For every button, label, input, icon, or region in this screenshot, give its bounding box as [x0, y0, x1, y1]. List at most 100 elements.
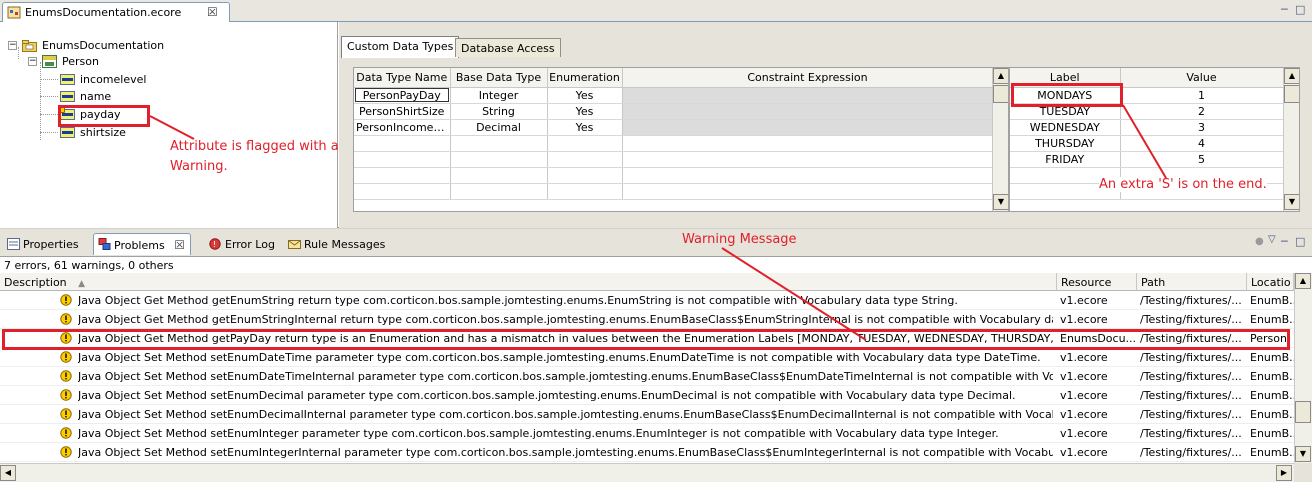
enum-value-cell[interactable]: 2 [1120, 103, 1284, 120]
enum-values-scrollbar[interactable]: ▲ ▼ [1283, 68, 1299, 211]
table-row[interactable]: PersonShirtSize String Yes [354, 103, 994, 120]
warning-icon [60, 313, 72, 325]
column-header-resource[interactable]: Resource [1057, 273, 1137, 291]
column-header[interactable]: Value [1120, 68, 1284, 88]
close-icon[interactable]: ☒ [207, 5, 218, 19]
editor-tab[interactable]: EnumsDocumentation.ecore ☒ [2, 2, 230, 23]
constraint-expression-cell[interactable] [622, 119, 994, 136]
scroll-thumb[interactable] [1284, 85, 1299, 103]
table-row[interactable]: Java Object Get Method getEnumStringInte… [0, 310, 1294, 329]
constraint-expression-cell[interactable] [622, 87, 994, 104]
base-data-type-cell[interactable]: Decimal [450, 119, 548, 136]
table-row[interactable]: Java Object Set Method setEnumDecimalInt… [0, 405, 1294, 424]
resource-cell: v1.ecore [1060, 427, 1108, 440]
resource-cell: v1.ecore [1060, 389, 1108, 402]
problems-icon [98, 238, 111, 250]
problems-horizontal-scrollbar[interactable]: ◀ ▶ [0, 463, 1294, 482]
scroll-down-icon[interactable]: ▼ [993, 194, 1008, 210]
scroll-down-icon[interactable]: ▼ [1284, 194, 1299, 210]
description-cell: Java Object Set Method setEnumDateTimeIn… [78, 370, 1053, 383]
ecore-file-icon [7, 6, 21, 19]
enumeration-cell[interactable]: Yes [547, 119, 623, 136]
enum-value-cell[interactable]: 1 [1120, 87, 1284, 104]
editor-body: − EnumsDocumentation − Person incomeleve… [0, 22, 1312, 228]
enumeration-cell[interactable]: Yes [547, 87, 623, 104]
scroll-left-icon[interactable]: ◀ [0, 465, 16, 481]
table-row[interactable]: PersonPayDay Integer Yes [354, 87, 994, 104]
scroll-up-icon[interactable]: ▲ [1295, 273, 1311, 289]
warning-icon [60, 389, 72, 401]
tab-label: Rule Messages [304, 238, 386, 251]
problems-table: Description ▲ Resource Path Locatio Java… [0, 273, 1294, 463]
column-header-location[interactable]: Locatio [1247, 273, 1294, 291]
table-row[interactable]: Java Object Get Method getEnumString ret… [0, 291, 1294, 310]
scroll-down-icon[interactable]: ▼ [1295, 446, 1311, 462]
table-row[interactable]: Java Object Set Method setEnumIntegerInt… [0, 443, 1294, 462]
collapse-icon[interactable]: − [28, 57, 37, 66]
data-types-scrollbar[interactable]: ▲ ▼ [992, 68, 1008, 211]
table-row[interactable] [354, 167, 994, 184]
data-type-name-cell[interactable]: PersonPayDay [354, 87, 451, 104]
close-icon[interactable]: ☒ [174, 238, 185, 252]
warning-icon [60, 446, 72, 458]
enum-label-cell[interactable]: FRIDAY [1010, 151, 1121, 168]
path-cell: /Testing/fixtures/... [1140, 427, 1242, 440]
resource-cell: v1.ecore [1060, 408, 1108, 421]
tab-properties[interactable]: Properties [2, 233, 85, 255]
resource-cell: v1.ecore [1060, 313, 1108, 326]
enumeration-cell[interactable]: Yes [547, 103, 623, 120]
table-row[interactable]: Java Object Set Method setEnumDateTimeIn… [0, 367, 1294, 386]
data-type-name-cell[interactable]: PersonIncomeL... [354, 119, 451, 136]
collapse-icon[interactable]: − [8, 41, 17, 50]
table-row[interactable]: WEDNESDAY 3 [1010, 119, 1284, 136]
scroll-up-icon[interactable]: ▲ [993, 68, 1008, 84]
table-row[interactable]: Java Object Set Method setEnumDateTime p… [0, 348, 1294, 367]
tab-problems[interactable]: Problems ☒ [93, 233, 191, 255]
table-row[interactable] [354, 135, 994, 152]
maximize-icon[interactable]: □ [1295, 235, 1305, 248]
column-header[interactable]: Constraint Expression [622, 68, 994, 88]
tab-database-access[interactable]: Database Access [455, 38, 561, 57]
maximize-icon[interactable]: □ [1295, 3, 1305, 16]
table-row[interactable] [354, 151, 994, 168]
description-cell: Java Object Get Method getEnumString ret… [78, 294, 958, 307]
view-menu-icon[interactable]: ● [1255, 236, 1264, 247]
enum-value-cell[interactable]: 4 [1120, 135, 1284, 152]
scroll-thumb[interactable] [993, 85, 1008, 103]
attribute-icon [60, 91, 75, 102]
chevron-down-icon[interactable]: ▽ [1268, 234, 1276, 245]
minimize-icon[interactable]: ─ [1281, 3, 1288, 16]
path-cell: /Testing/fixtures/... [1140, 370, 1242, 383]
view-tab-bar: Properties Problems ☒ ! Error Log Rule M… [0, 229, 1312, 257]
enum-label-cell[interactable]: THURSDAY [1010, 135, 1121, 152]
tab-rule-messages[interactable]: Rule Messages [283, 233, 391, 255]
column-header[interactable]: Base Data Type [450, 68, 548, 88]
enum-value-cell[interactable]: 5 [1120, 151, 1284, 168]
tab-error-log[interactable]: ! Error Log [204, 233, 281, 255]
table-row[interactable] [354, 183, 994, 200]
column-header-description[interactable]: Description ▲ [0, 273, 1057, 291]
table-row[interactable]: FRIDAY 5 [1010, 151, 1284, 168]
enum-label-cell[interactable]: WEDNESDAY [1010, 119, 1121, 136]
column-header[interactable]: Data Type Name [354, 68, 451, 88]
scroll-right-icon[interactable]: ▶ [1276, 465, 1292, 481]
column-header[interactable]: Enumeration [547, 68, 623, 88]
scroll-up-icon[interactable]: ▲ [1284, 68, 1299, 84]
scroll-thumb[interactable] [1295, 401, 1311, 423]
column-header-path[interactable]: Path [1137, 273, 1247, 291]
table-row[interactable]: Java Object Set Method setEnumDecimal pa… [0, 386, 1294, 405]
table-row[interactable]: PersonIncomeL... Decimal Yes [354, 119, 994, 136]
table-row[interactable]: Java Object Set Method setEnumInteger pa… [0, 424, 1294, 443]
problems-vertical-scrollbar[interactable]: ▲ ▼ [1294, 273, 1312, 463]
path-cell: /Testing/fixtures/... [1140, 408, 1242, 421]
data-type-name-cell[interactable]: PersonShirtSize [354, 103, 451, 120]
description-cell: Java Object Set Method setEnumDecimal pa… [78, 389, 1016, 402]
warning-icon [60, 294, 72, 306]
enum-value-cell[interactable]: 3 [1120, 119, 1284, 136]
table-row[interactable]: THURSDAY 4 [1010, 135, 1284, 152]
minimize-icon[interactable]: ─ [1281, 235, 1288, 248]
constraint-expression-cell[interactable] [622, 103, 994, 120]
tab-custom-data-types[interactable]: Custom Data Types [341, 36, 460, 58]
base-data-type-cell[interactable]: Integer [450, 87, 548, 104]
base-data-type-cell[interactable]: String [450, 103, 548, 120]
